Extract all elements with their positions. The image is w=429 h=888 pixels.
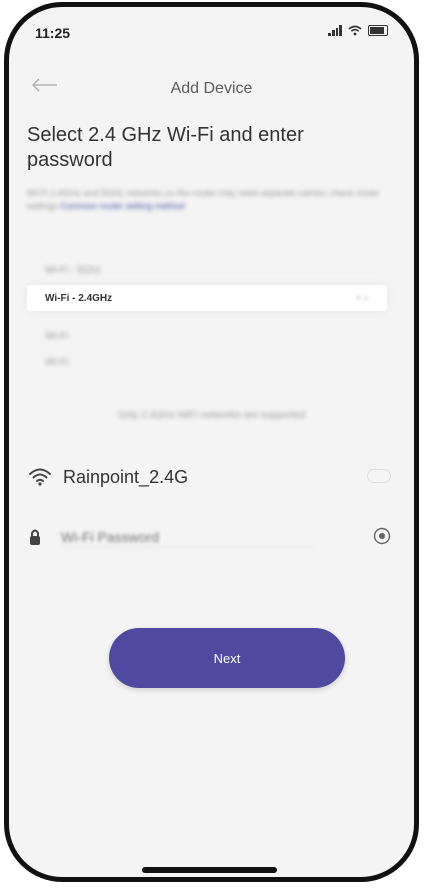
next-button[interactable]: Next: [109, 628, 345, 688]
network-row: Wi-Fi: [27, 351, 387, 373]
nav-bar: Add Device: [9, 67, 414, 103]
ssid-label: Rainpoint_2.4G: [63, 466, 189, 487]
eye-icon[interactable]: [373, 527, 391, 545]
network-list-image: Wi-Fi - 5Ghz Wi-Fi - 2.4GHz • ○ Wi-Fi Wi…: [27, 255, 387, 380]
battery-icon: [368, 25, 388, 36]
support-note: Only 2.4GHz WiFi networks are supported: [117, 410, 306, 421]
network-name: Wi-Fi - 2.4GHz: [45, 292, 113, 304]
network-row: Wi-Fi - 5Ghz: [27, 259, 387, 281]
wifi-status-icon: [348, 25, 362, 36]
router-setting-link[interactable]: Common router setting method: [61, 201, 185, 211]
home-indicator: [142, 867, 277, 873]
status-time: 11:25: [35, 25, 71, 41]
heading: Select 2.4 GHz Wi-Fi and enter password: [27, 124, 304, 171]
phone-frame: 11:25 Add Device Select 2.4 GHz Wi-Fi an…: [4, 2, 419, 882]
switch-network-icon[interactable]: [367, 469, 391, 483]
wifi-icon: [29, 468, 51, 486]
network-name: Wi-Fi: [45, 330, 69, 342]
ssid-row[interactable]: Rainpoint_2.4G: [29, 463, 391, 491]
description: Wi-Fi 2.4GHz and 5GHz networks on the ro…: [27, 187, 387, 213]
password-input[interactable]: [59, 527, 313, 547]
network-row-selected: Wi-Fi - 2.4GHz • ○: [27, 285, 387, 311]
network-name: Wi-Fi: [45, 356, 69, 368]
lock-icon: [30, 529, 40, 545]
page-title: Add Device: [170, 80, 253, 97]
network-row: Wi-Fi: [27, 325, 387, 347]
password-row: [29, 519, 391, 555]
network-name: Wi-Fi - 5Ghz: [45, 264, 102, 276]
signal-icon: [328, 25, 342, 36]
status-bar: 11:25: [9, 7, 414, 47]
status-icons: [328, 25, 388, 36]
